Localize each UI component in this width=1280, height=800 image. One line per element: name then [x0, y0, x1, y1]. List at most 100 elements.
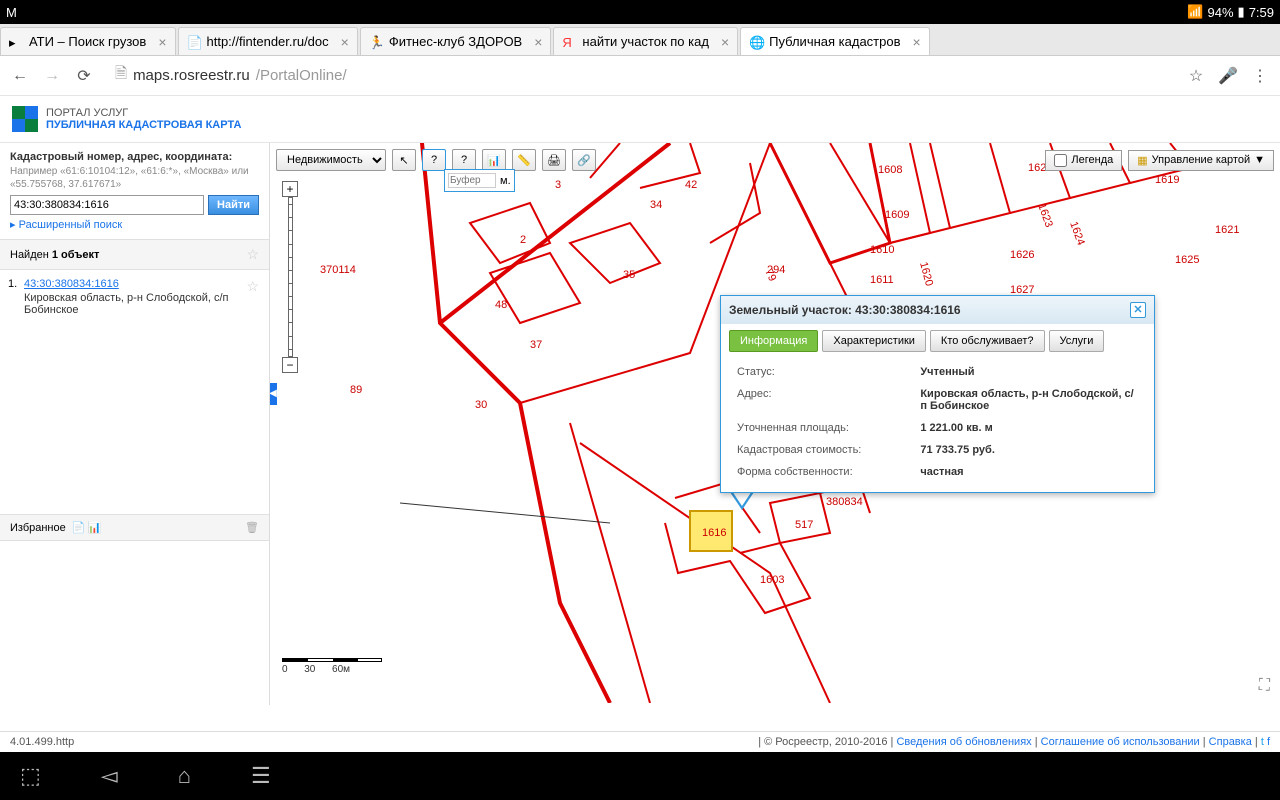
svg-text:37: 37: [530, 339, 542, 351]
back-button[interactable]: ←: [10, 66, 30, 86]
district-label: 370114: [320, 264, 356, 276]
browser-tabs: ▸АТИ – Поиск грузов× 📄http://fintender.r…: [0, 24, 1280, 56]
favicon: ▸: [9, 35, 23, 49]
home-button[interactable]: ⌂: [178, 763, 191, 789]
footer-link-help[interactable]: Справка: [1209, 736, 1252, 748]
search-button[interactable]: Найти: [208, 195, 259, 215]
svg-text:30: 30: [475, 399, 487, 411]
search-input[interactable]: [10, 195, 204, 215]
buffer-input[interactable]: [448, 173, 496, 188]
tab-services[interactable]: Услуги: [1049, 330, 1105, 352]
svg-text:1623: 1623: [1035, 202, 1055, 229]
twitter-icon[interactable]: t: [1261, 736, 1264, 748]
reload-button[interactable]: ⟳: [74, 66, 94, 86]
url-bar: ← → ⟳ 🗎 maps.rosreestr.ru/PortalOnline/ …: [0, 56, 1280, 96]
svg-text:380834: 380834: [826, 496, 863, 508]
tab-info[interactable]: Информация: [729, 330, 818, 352]
zoom-out-button[interactable]: −: [282, 357, 298, 373]
close-icon[interactable]: ✕: [1130, 302, 1146, 318]
sidebar: Кадастровый номер, адрес, координата: На…: [0, 143, 270, 705]
measure-tool[interactable]: 📊: [482, 149, 506, 171]
svg-text:2: 2: [520, 234, 526, 246]
gmail-icon: M: [6, 5, 17, 20]
tab-service[interactable]: Кто обслуживает?: [930, 330, 1045, 352]
dropdown-icon[interactable]: ▸: [10, 219, 16, 231]
fullscreen-icon[interactable]: ⛶: [1259, 677, 1270, 695]
search-label: Кадастровый номер, адрес, координата:: [10, 151, 259, 163]
info-popup: Земельный участок: 43:30:380834:1616 ✕ И…: [720, 295, 1155, 493]
footer-link-updates[interactable]: Сведения об обновлениях: [896, 736, 1031, 748]
battery-pct: 94%: [1208, 5, 1234, 20]
legend-toggle[interactable]: Легенда: [1045, 150, 1122, 171]
svg-text:35: 35: [623, 269, 635, 281]
menu-icon[interactable]: ⋮: [1250, 66, 1270, 86]
mic-icon[interactable]: 🎤: [1218, 66, 1238, 86]
favicon: 🏃: [369, 35, 383, 49]
tab-fintender[interactable]: 📄http://fintender.ru/doc×: [178, 27, 358, 55]
header-title: ПУБЛИЧНАЯ КАДАСТРОВАЯ КАРТА: [46, 119, 241, 131]
svg-text:89: 89: [350, 384, 362, 396]
layer-select[interactable]: Недвижимость: [276, 149, 386, 171]
link-tool[interactable]: 🔗: [572, 149, 596, 171]
facebook-icon[interactable]: f: [1267, 736, 1270, 748]
cursor-tool[interactable]: ↖: [392, 149, 416, 171]
page-icon: 🗎: [115, 63, 127, 88]
result-item[interactable]: 1. 43:30:380834:1616 ☆ Кировская область…: [0, 270, 269, 324]
svg-text:1610: 1610: [870, 244, 894, 256]
url-input[interactable]: 🗎 maps.rosreestr.ru/PortalOnline/: [106, 61, 1174, 91]
grid-icon: ▦: [1137, 154, 1147, 167]
forward-button[interactable]: →: [42, 66, 62, 86]
svg-text:1624: 1624: [1067, 220, 1087, 247]
scale-bar: 0 30 60м: [282, 658, 382, 675]
collapse-sidebar-button[interactable]: ◀: [270, 383, 277, 405]
popup-pointer: [730, 492, 754, 510]
footer-link-agreement[interactable]: Соглашение об использовании: [1041, 736, 1200, 748]
star-icon[interactable]: ☆: [1186, 66, 1206, 86]
battery-icon: ▮: [1238, 4, 1245, 20]
svg-text:3: 3: [555, 179, 561, 191]
screenshot-button[interactable]: ⬚: [20, 763, 41, 789]
svg-text:1616: 1616: [702, 527, 726, 539]
close-icon[interactable]: ×: [335, 34, 349, 50]
tab-rosreestr[interactable]: 🌐Публичная кадастров×: [740, 27, 930, 55]
favicon: Я: [562, 35, 576, 49]
export-word-icon[interactable]: 📄: [72, 521, 86, 534]
star-icon[interactable]: ☆: [246, 278, 259, 295]
svg-text:1611: 1611: [870, 274, 894, 286]
ruler-tool[interactable]: 📏: [512, 149, 536, 171]
advanced-search-link[interactable]: Расширенный поиск: [19, 219, 123, 231]
print-tool[interactable]: 🖨: [542, 149, 566, 171]
svg-text:517: 517: [795, 519, 813, 531]
back-button[interactable]: ◅: [101, 763, 118, 789]
help-tool[interactable]: ?: [452, 149, 476, 171]
tab-ati[interactable]: ▸АТИ – Поиск грузов×: [0, 27, 176, 55]
close-icon[interactable]: ×: [907, 34, 921, 50]
result-link[interactable]: 43:30:380834:1616: [24, 278, 119, 290]
version: 4.01.499.http: [10, 736, 74, 748]
header-subtitle: ПОРТАЛ УСЛУГ: [46, 107, 241, 119]
tab-fitness[interactable]: 🏃Фитнес-клуб ЗДОРОВ×: [360, 27, 552, 55]
close-icon[interactable]: ×: [152, 34, 166, 50]
buffer-control[interactable]: м.: [444, 169, 515, 192]
map-toolbar: Недвижимость ↖ ? ? 📊 📏 🖨 🔗 Легенда ▦Упра…: [276, 149, 1274, 171]
svg-text:1621: 1621: [1215, 224, 1239, 236]
close-icon[interactable]: ×: [528, 34, 542, 50]
close-icon[interactable]: ×: [715, 34, 729, 50]
identify-tool[interactable]: ?: [422, 149, 446, 171]
zoom-control: + −: [282, 181, 298, 373]
svg-text:1626: 1626: [1010, 249, 1034, 261]
zoom-in-button[interactable]: +: [282, 181, 298, 197]
logo-icon: [12, 106, 38, 132]
tab-yandex[interactable]: Янайти участок по кад×: [553, 27, 738, 55]
manage-map-button[interactable]: ▦Управление картой▼: [1128, 150, 1274, 171]
svg-text:42: 42: [685, 179, 697, 191]
zoom-slider[interactable]: [288, 197, 293, 357]
tab-characteristics[interactable]: Характеристики: [822, 330, 926, 352]
star-icon[interactable]: ☆: [246, 246, 259, 263]
trash-icon[interactable]: 🗑: [245, 521, 259, 534]
recent-button[interactable]: ☰: [251, 763, 271, 789]
export-excel-icon[interactable]: 📊: [87, 521, 101, 534]
svg-text:1625: 1625: [1175, 254, 1199, 266]
favicon: 📄: [187, 35, 201, 49]
map-viewport[interactable]: ◀ Недвижимость ↖ ? ? 📊 📏 🖨 🔗 Легенда ▦Уп…: [270, 143, 1280, 705]
